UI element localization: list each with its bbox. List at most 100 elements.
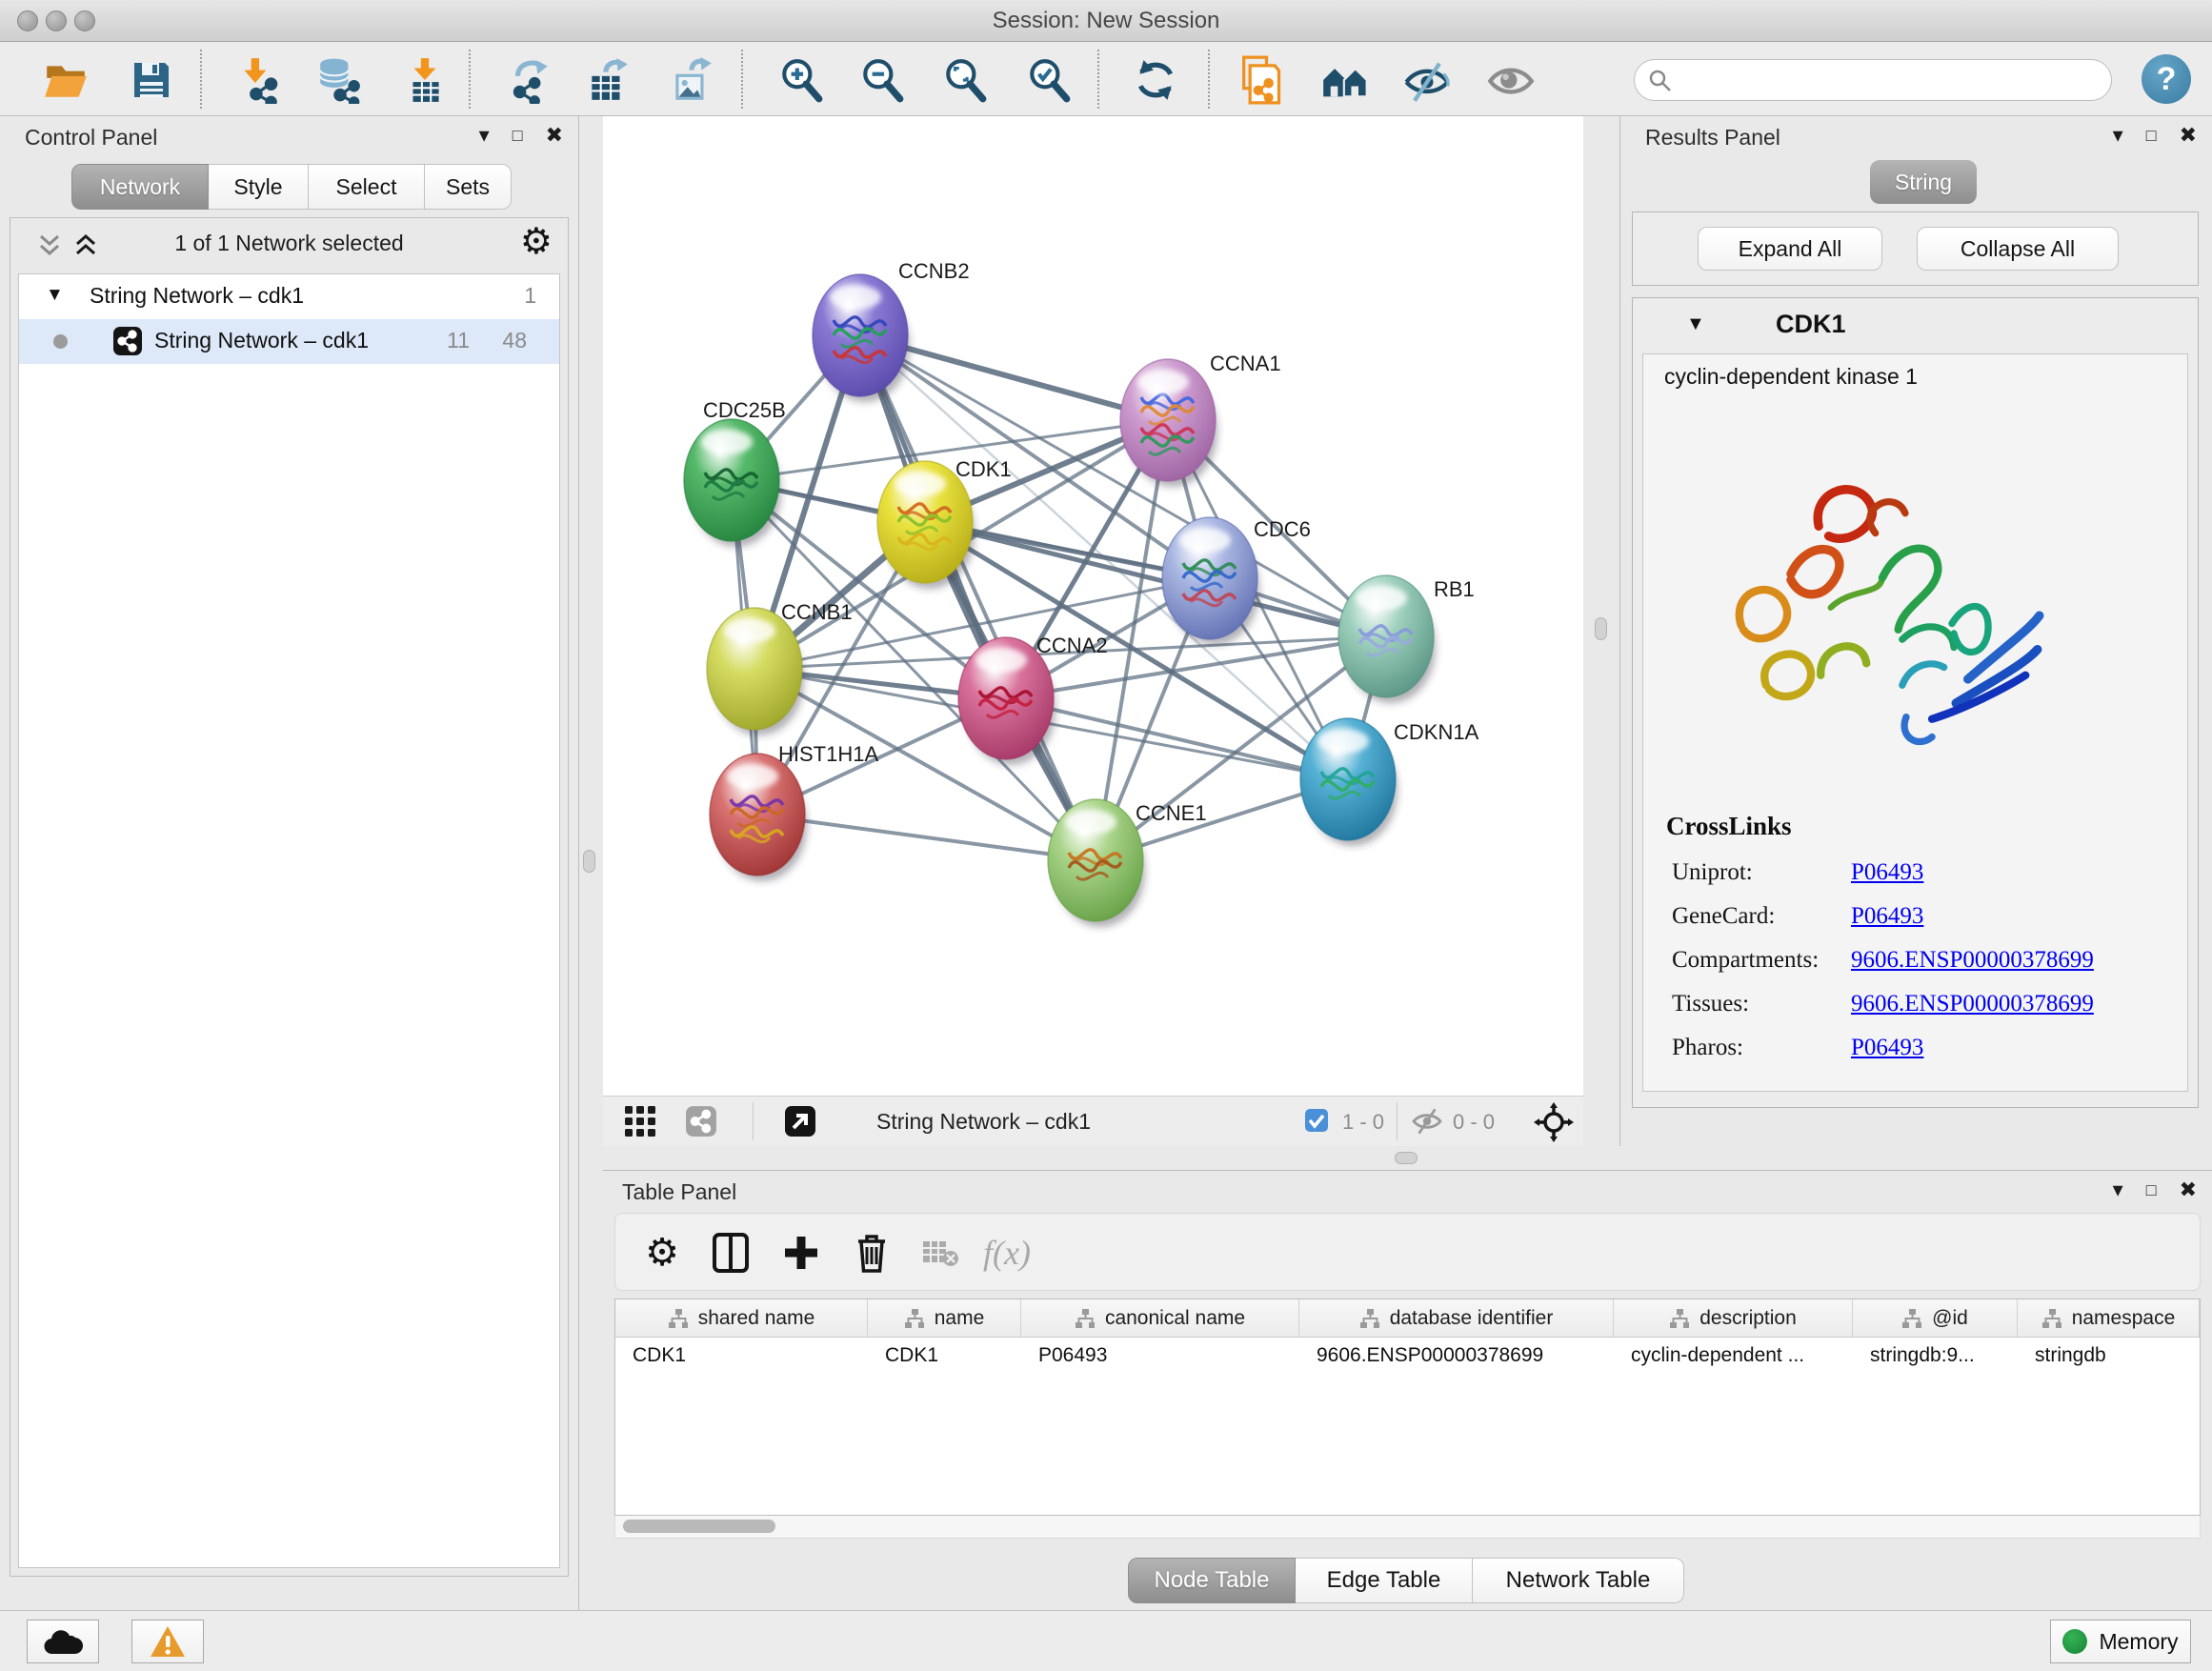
tab-select[interactable]: Select <box>309 164 425 210</box>
scrollbar-thumb[interactable] <box>623 1520 775 1533</box>
panel-close-icon[interactable]: ✖ <box>2180 1179 2197 1200</box>
tab-style[interactable]: Style <box>209 164 309 210</box>
crosslink-compartments[interactable]: 9606.ENSP00000378699 <box>1851 947 2094 974</box>
table-horizontal-scrollbar[interactable] <box>614 1516 2201 1539</box>
table-cell[interactable]: 9606.ENSP00000378699 <box>1299 1338 1614 1374</box>
fit-content-button[interactable] <box>1534 1102 1574 1147</box>
zoom-in-button[interactable] <box>776 55 826 105</box>
network-canvas[interactable]: CCNB2CCNA1CDC25BCDK1CDC6RB1CCNB1CCNA2CDK… <box>603 116 1583 1096</box>
network-node-CCNE1[interactable]: CCNE1 <box>1048 799 1207 927</box>
panel-menu-icon[interactable]: ▾ <box>479 125 490 146</box>
show-columns-button[interactable] <box>709 1231 753 1275</box>
table-cell[interactable]: CDK1 <box>615 1338 868 1374</box>
network-node-HIST1H1A[interactable]: HIST1H1A <box>710 742 878 881</box>
open-session-button[interactable] <box>41 55 90 105</box>
warnings-button[interactable] <box>131 1620 204 1663</box>
crosslink-genecard[interactable]: P06493 <box>1851 903 1923 930</box>
hide-selection-button[interactable] <box>1402 55 1452 105</box>
warning-icon <box>149 1624 187 1659</box>
import-network-button[interactable] <box>233 55 283 105</box>
apply-function-button[interactable]: f(x) <box>985 1231 1029 1275</box>
network-options-gear-icon[interactable]: ⚙ <box>520 220 553 263</box>
column-header-description[interactable]: description <box>1614 1299 1853 1337</box>
memory-button[interactable]: Memory <box>2050 1620 2191 1663</box>
crosslink-label: Uniprot: <box>1672 859 1753 886</box>
collapse-all-button[interactable]: Collapse All <box>1917 227 2119 271</box>
column-header-name[interactable]: name <box>868 1299 1021 1337</box>
column-header-database-identifier[interactable]: database identifier <box>1299 1299 1614 1337</box>
export-network-button[interactable] <box>505 55 554 105</box>
column-header-canonical-name[interactable]: canonical name <box>1021 1299 1299 1337</box>
import-table-button[interactable] <box>400 55 450 105</box>
table-options-button[interactable]: ⚙ <box>640 1231 684 1275</box>
panel-close-icon[interactable]: ✖ <box>2180 125 2197 146</box>
crosslink-pharos[interactable]: P06493 <box>1851 1035 1923 1061</box>
tab-sets[interactable]: Sets <box>425 164 512 210</box>
panel-float-icon[interactable]: □ <box>513 125 523 146</box>
collection-expander-icon[interactable]: ▼ <box>46 285 64 306</box>
network-node-CCNB2[interactable]: CCNB2 <box>813 259 970 402</box>
right-splitter-handle[interactable] <box>1595 617 1607 640</box>
column-header-shared-name[interactable]: shared name <box>615 1299 868 1337</box>
export-image-button[interactable] <box>667 55 716 105</box>
panel-close-icon[interactable]: ✖ <box>546 125 563 146</box>
network-node-CDK1[interactable]: CDK1 <box>877 457 1012 589</box>
table-cell[interactable]: CDK1 <box>868 1338 1021 1374</box>
node-details-header[interactable]: ▼ CDK1 <box>1633 298 2198 353</box>
network-node-CDC25B[interactable]: CDC25B <box>684 398 786 547</box>
column-header-id[interactable]: @id <box>1853 1299 2018 1337</box>
zoom-fit-button[interactable] <box>940 55 990 105</box>
help-button[interactable]: ? <box>2142 54 2191 104</box>
network-node-RB1[interactable]: RB1 <box>1338 575 1475 703</box>
show-grid-button[interactable] <box>624 1105 656 1142</box>
tab-edge-table[interactable]: Edge Table <box>1296 1558 1473 1603</box>
tab-string[interactable]: String <box>1870 160 1977 204</box>
network-node-CCNA1[interactable]: CCNA1 <box>1120 352 1281 487</box>
window-title: Session: New Session <box>0 8 2212 34</box>
search-icon <box>1648 69 1673 93</box>
left-splitter-handle[interactable] <box>583 850 595 873</box>
section-expander-icon[interactable]: ▼ <box>1686 313 1705 335</box>
zoom-selected-button[interactable] <box>1024 55 1074 105</box>
search-input[interactable] <box>1680 65 2094 95</box>
network-type-badge[interactable] <box>685 1105 717 1142</box>
network-node-CDKN1A[interactable]: CDKN1A <box>1300 718 1479 846</box>
node-label: CCNE1 <box>1136 801 1207 825</box>
panel-float-icon[interactable]: □ <box>2146 125 2157 146</box>
panel-menu-icon[interactable]: ▾ <box>2113 125 2123 146</box>
selected-checkbox[interactable] <box>1304 1108 1329 1137</box>
save-session-button[interactable] <box>127 55 176 105</box>
table-cell[interactable]: P06493 <box>1021 1338 1299 1374</box>
open-in-window-button[interactable] <box>784 1105 816 1142</box>
crosslink-uniprot[interactable]: P06493 <box>1851 859 1923 886</box>
refresh-button[interactable] <box>1131 55 1180 105</box>
panel-menu-icon[interactable]: ▾ <box>2113 1179 2123 1200</box>
create-column-button[interactable] <box>779 1231 823 1275</box>
tab-node-table[interactable]: Node Table <box>1128 1558 1296 1603</box>
bottom-splitter-handle[interactable] <box>1395 1152 1418 1164</box>
table-cell[interactable]: stringdb <box>2018 1338 2200 1374</box>
tab-network[interactable]: Network <box>71 164 209 210</box>
export-table-button[interactable] <box>583 55 633 105</box>
delete-table-button[interactable] <box>918 1231 962 1275</box>
table-cell[interactable]: stringdb:9... <box>1853 1338 2018 1374</box>
home-button[interactable] <box>1321 55 1371 105</box>
network-collection-row[interactable]: ▼ String Network – cdk1 1 <box>19 274 559 319</box>
delete-column-button[interactable] <box>850 1231 894 1275</box>
clone-network-button[interactable] <box>1236 55 1285 105</box>
table-row[interactable]: CDK1CDK1P064939606.ENSP00000378699cyclin… <box>615 1338 2200 1374</box>
import-network-from-database-button[interactable] <box>314 55 364 105</box>
show-all-button[interactable] <box>1486 55 1536 105</box>
network-row-selected[interactable]: String Network – cdk1 11 48 <box>19 319 559 364</box>
cloud-status-button[interactable] <box>27 1620 99 1663</box>
network-node-CCNA2[interactable]: CCNA2 <box>958 634 1108 765</box>
hidden-elements-indicator[interactable] <box>1411 1108 1443 1139</box>
panel-float-icon[interactable]: □ <box>2146 1179 2157 1200</box>
zoom-out-button[interactable] <box>857 55 907 105</box>
column-header-namespace[interactable]: namespace <box>2018 1299 2200 1337</box>
network-node-CCNB1[interactable]: CCNB1 <box>707 600 853 735</box>
crosslink-tissues[interactable]: 9606.ENSP00000378699 <box>1851 991 2094 1017</box>
table-cell[interactable]: cyclin-dependent ... <box>1614 1338 1853 1374</box>
expand-all-button[interactable]: Expand All <box>1698 227 1882 271</box>
tab-network-table[interactable]: Network Table <box>1473 1558 1684 1603</box>
